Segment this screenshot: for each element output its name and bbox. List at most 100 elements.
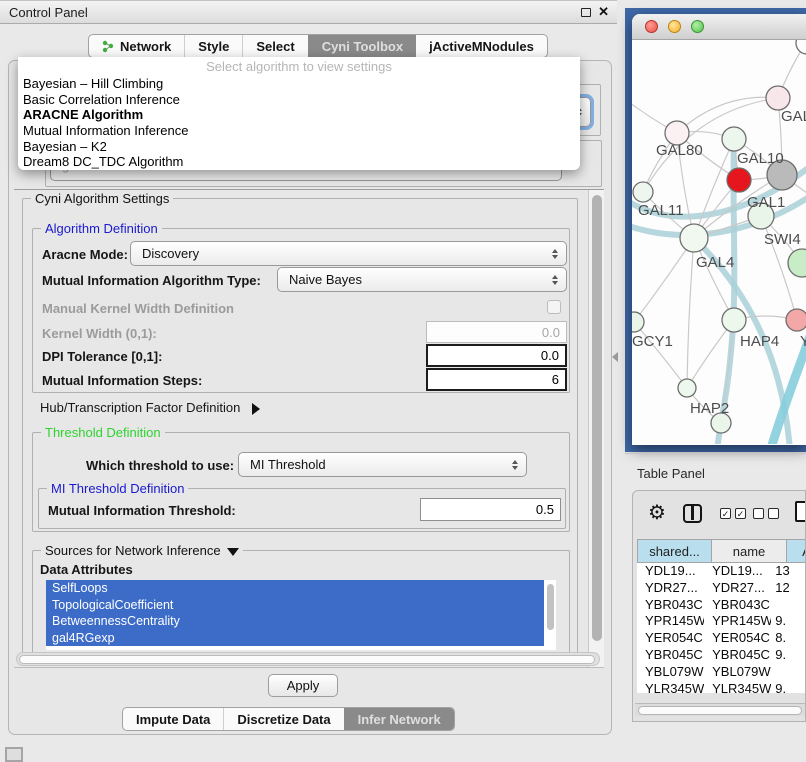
table-row[interactable]: YDL19...YDL19...13: [637, 563, 806, 580]
tab-cyni-toolbox[interactable]: Cyni Toolbox: [308, 35, 416, 57]
apply-button[interactable]: Apply: [268, 674, 338, 697]
network-node-gal4[interactable]: [680, 224, 708, 252]
network-node-gal10[interactable]: [722, 127, 746, 151]
network-node[interactable]: [788, 249, 806, 277]
list-item[interactable]: SelfLoops: [46, 580, 544, 597]
network-node-y[interactable]: [786, 309, 806, 331]
columns-icon[interactable]: [683, 504, 702, 523]
horizontal-scrollbar[interactable]: [16, 652, 600, 666]
tab-network[interactable]: Network: [89, 35, 184, 57]
network-node-gal[interactable]: [766, 86, 790, 110]
table-horizontal-scrollbar[interactable]: [635, 703, 806, 716]
sources-group-title[interactable]: Sources for Network Inference: [41, 543, 243, 558]
dropdown-item[interactable]: Mutual Information Inference: [18, 123, 580, 139]
table-row[interactable]: YPR145WYPR145W9.: [637, 613, 806, 630]
which-threshold-label: Which threshold to use:: [86, 458, 234, 473]
network-node-gcy1[interactable]: [632, 312, 644, 332]
node-label: HAP2: [690, 400, 729, 417]
table-row[interactable]: YLR345WYLR345W9.: [637, 681, 806, 693]
scrollbar-thumb[interactable]: [592, 195, 602, 641]
data-attributes-list[interactable]: SelfLoopsTopologicalCoefficientBetweenne…: [46, 580, 556, 650]
sources-title-text: Sources for Network Inference: [45, 543, 221, 558]
column-header[interactable]: A: [787, 539, 806, 563]
scrollbar-thumb[interactable]: [19, 655, 595, 664]
table-cell: YDL19...: [637, 563, 704, 580]
algorithm-definition-title: Algorithm Definition: [41, 221, 162, 236]
network-edge[interactable]: [634, 322, 687, 388]
table-row[interactable]: YBR045CYBR045C9.: [637, 647, 806, 664]
table-cell: YPR145W: [637, 613, 704, 630]
network-node[interactable]: [796, 40, 806, 54]
network-node-hap4[interactable]: [722, 308, 746, 332]
network-edge[interactable]: [634, 238, 694, 322]
node-label: GAL11: [638, 202, 684, 219]
dropdown-item[interactable]: ARACNE Algorithm: [18, 107, 580, 123]
tab-jactivemnodules[interactable]: jActiveMNodules: [416, 35, 547, 57]
kernel-width-input[interactable]: [426, 321, 567, 343]
list-item[interactable]: BetweennessCentrality: [46, 613, 544, 630]
mi-threshold-label: Mutual Information Threshold:: [48, 503, 236, 518]
dropdown-item[interactable]: Basic Correlation Inference: [18, 92, 580, 108]
network-node[interactable]: [727, 168, 751, 192]
close-icon[interactable]: ✕: [598, 7, 609, 17]
table-cell: YDR27...: [637, 580, 704, 597]
combo-arrows-icon: [552, 249, 558, 259]
table-cell: YDL19...: [704, 563, 771, 580]
table-row[interactable]: YBR043CYBR043C: [637, 597, 806, 614]
splitter-collapse-handle[interactable]: [612, 352, 618, 362]
table-body: YDL19...YDL19...13YDR27...YDR27...12YBR0…: [637, 563, 806, 693]
network-view-panel: GALGAL80GAL10GAL1GAL11SWI4GAL4GCY1HAP4YH…: [625, 8, 806, 452]
tab-label: jActiveMNodules: [429, 39, 534, 54]
tab-impute-data[interactable]: Impute Data: [123, 708, 223, 730]
table-row[interactable]: YBL079WYBL079W: [637, 664, 806, 681]
network-node-gal11[interactable]: [633, 182, 653, 202]
network-icon: [102, 40, 115, 53]
aracne-mode-value: Discovery: [142, 246, 199, 261]
node-label: GAL1: [747, 194, 785, 211]
network-edge[interactable]: [687, 238, 694, 388]
tab-style[interactable]: Style: [184, 35, 242, 57]
mi-steps-label: Mutual Information Steps:: [42, 373, 202, 388]
tab-label: Cyni Toolbox: [322, 39, 403, 54]
panel-dock-icon[interactable]: [5, 747, 23, 762]
column-header[interactable]: name: [712, 539, 787, 563]
mi-type-combo[interactable]: Naive Bayes: [277, 267, 567, 292]
network-node-hap2[interactable]: [678, 379, 696, 397]
close-traffic-light-icon[interactable]: [645, 20, 658, 33]
mi-steps-input[interactable]: [426, 368, 567, 391]
hub-section-toggle[interactable]: Hub/Transcription Factor Definition: [40, 400, 260, 415]
export-table-icon[interactable]: [795, 501, 806, 522]
list-scrollbar-thumb[interactable]: [547, 584, 554, 630]
dpi-tolerance-input[interactable]: [426, 344, 567, 367]
zoom-traffic-light-icon[interactable]: [691, 20, 704, 33]
dropdown-item[interactable]: Bayesian – Hill Climbing: [18, 76, 580, 92]
which-threshold-combo[interactable]: MI Threshold: [238, 452, 527, 477]
kernel-width-label: Kernel Width (0,1):: [42, 326, 157, 341]
tab-discretize-data[interactable]: Discretize Data: [223, 708, 343, 730]
tab-label: Impute Data: [136, 712, 210, 727]
network-window[interactable]: GALGAL80GAL10GAL1GAL11SWI4GAL4GCY1HAP4YH…: [632, 14, 806, 445]
network-canvas[interactable]: GALGAL80GAL10GAL1GAL11SWI4GAL4GCY1HAP4YH…: [632, 40, 806, 444]
aracne-mode-combo[interactable]: Discovery: [130, 241, 567, 266]
list-item[interactable]: TopologicalCoefficient: [46, 597, 544, 614]
network-edge[interactable]: [677, 97, 778, 133]
select-all-columns-icon[interactable]: ✓ ✓: [720, 508, 746, 519]
dropdown-item[interactable]: Dream8 DC_TDC Algorithm: [18, 154, 580, 170]
vertical-scrollbar[interactable]: [588, 190, 604, 667]
column-header[interactable]: shared...: [637, 539, 712, 563]
manual-kernel-checkbox[interactable]: [547, 300, 561, 314]
gear-icon[interactable]: ⚙: [648, 500, 666, 525]
table-row[interactable]: YER054CYER054C8.: [637, 630, 806, 647]
table-cell: YPR145W: [704, 613, 771, 630]
deselect-all-columns-icon[interactable]: [753, 508, 779, 519]
tab-infer-network[interactable]: Infer Network: [344, 708, 454, 730]
minimize-traffic-light-icon[interactable]: [668, 20, 681, 33]
float-window-icon[interactable]: [581, 8, 591, 17]
scrollbar-thumb[interactable]: [638, 706, 802, 715]
table-row[interactable]: YDR27...YDR27...12: [637, 580, 806, 597]
node-label: GCY1: [632, 333, 673, 350]
mi-threshold-input[interactable]: [420, 498, 561, 521]
list-item[interactable]: gal4RGexp: [46, 630, 544, 647]
tab-select[interactable]: Select: [242, 35, 307, 57]
dropdown-item[interactable]: Bayesian – K2: [18, 139, 580, 155]
